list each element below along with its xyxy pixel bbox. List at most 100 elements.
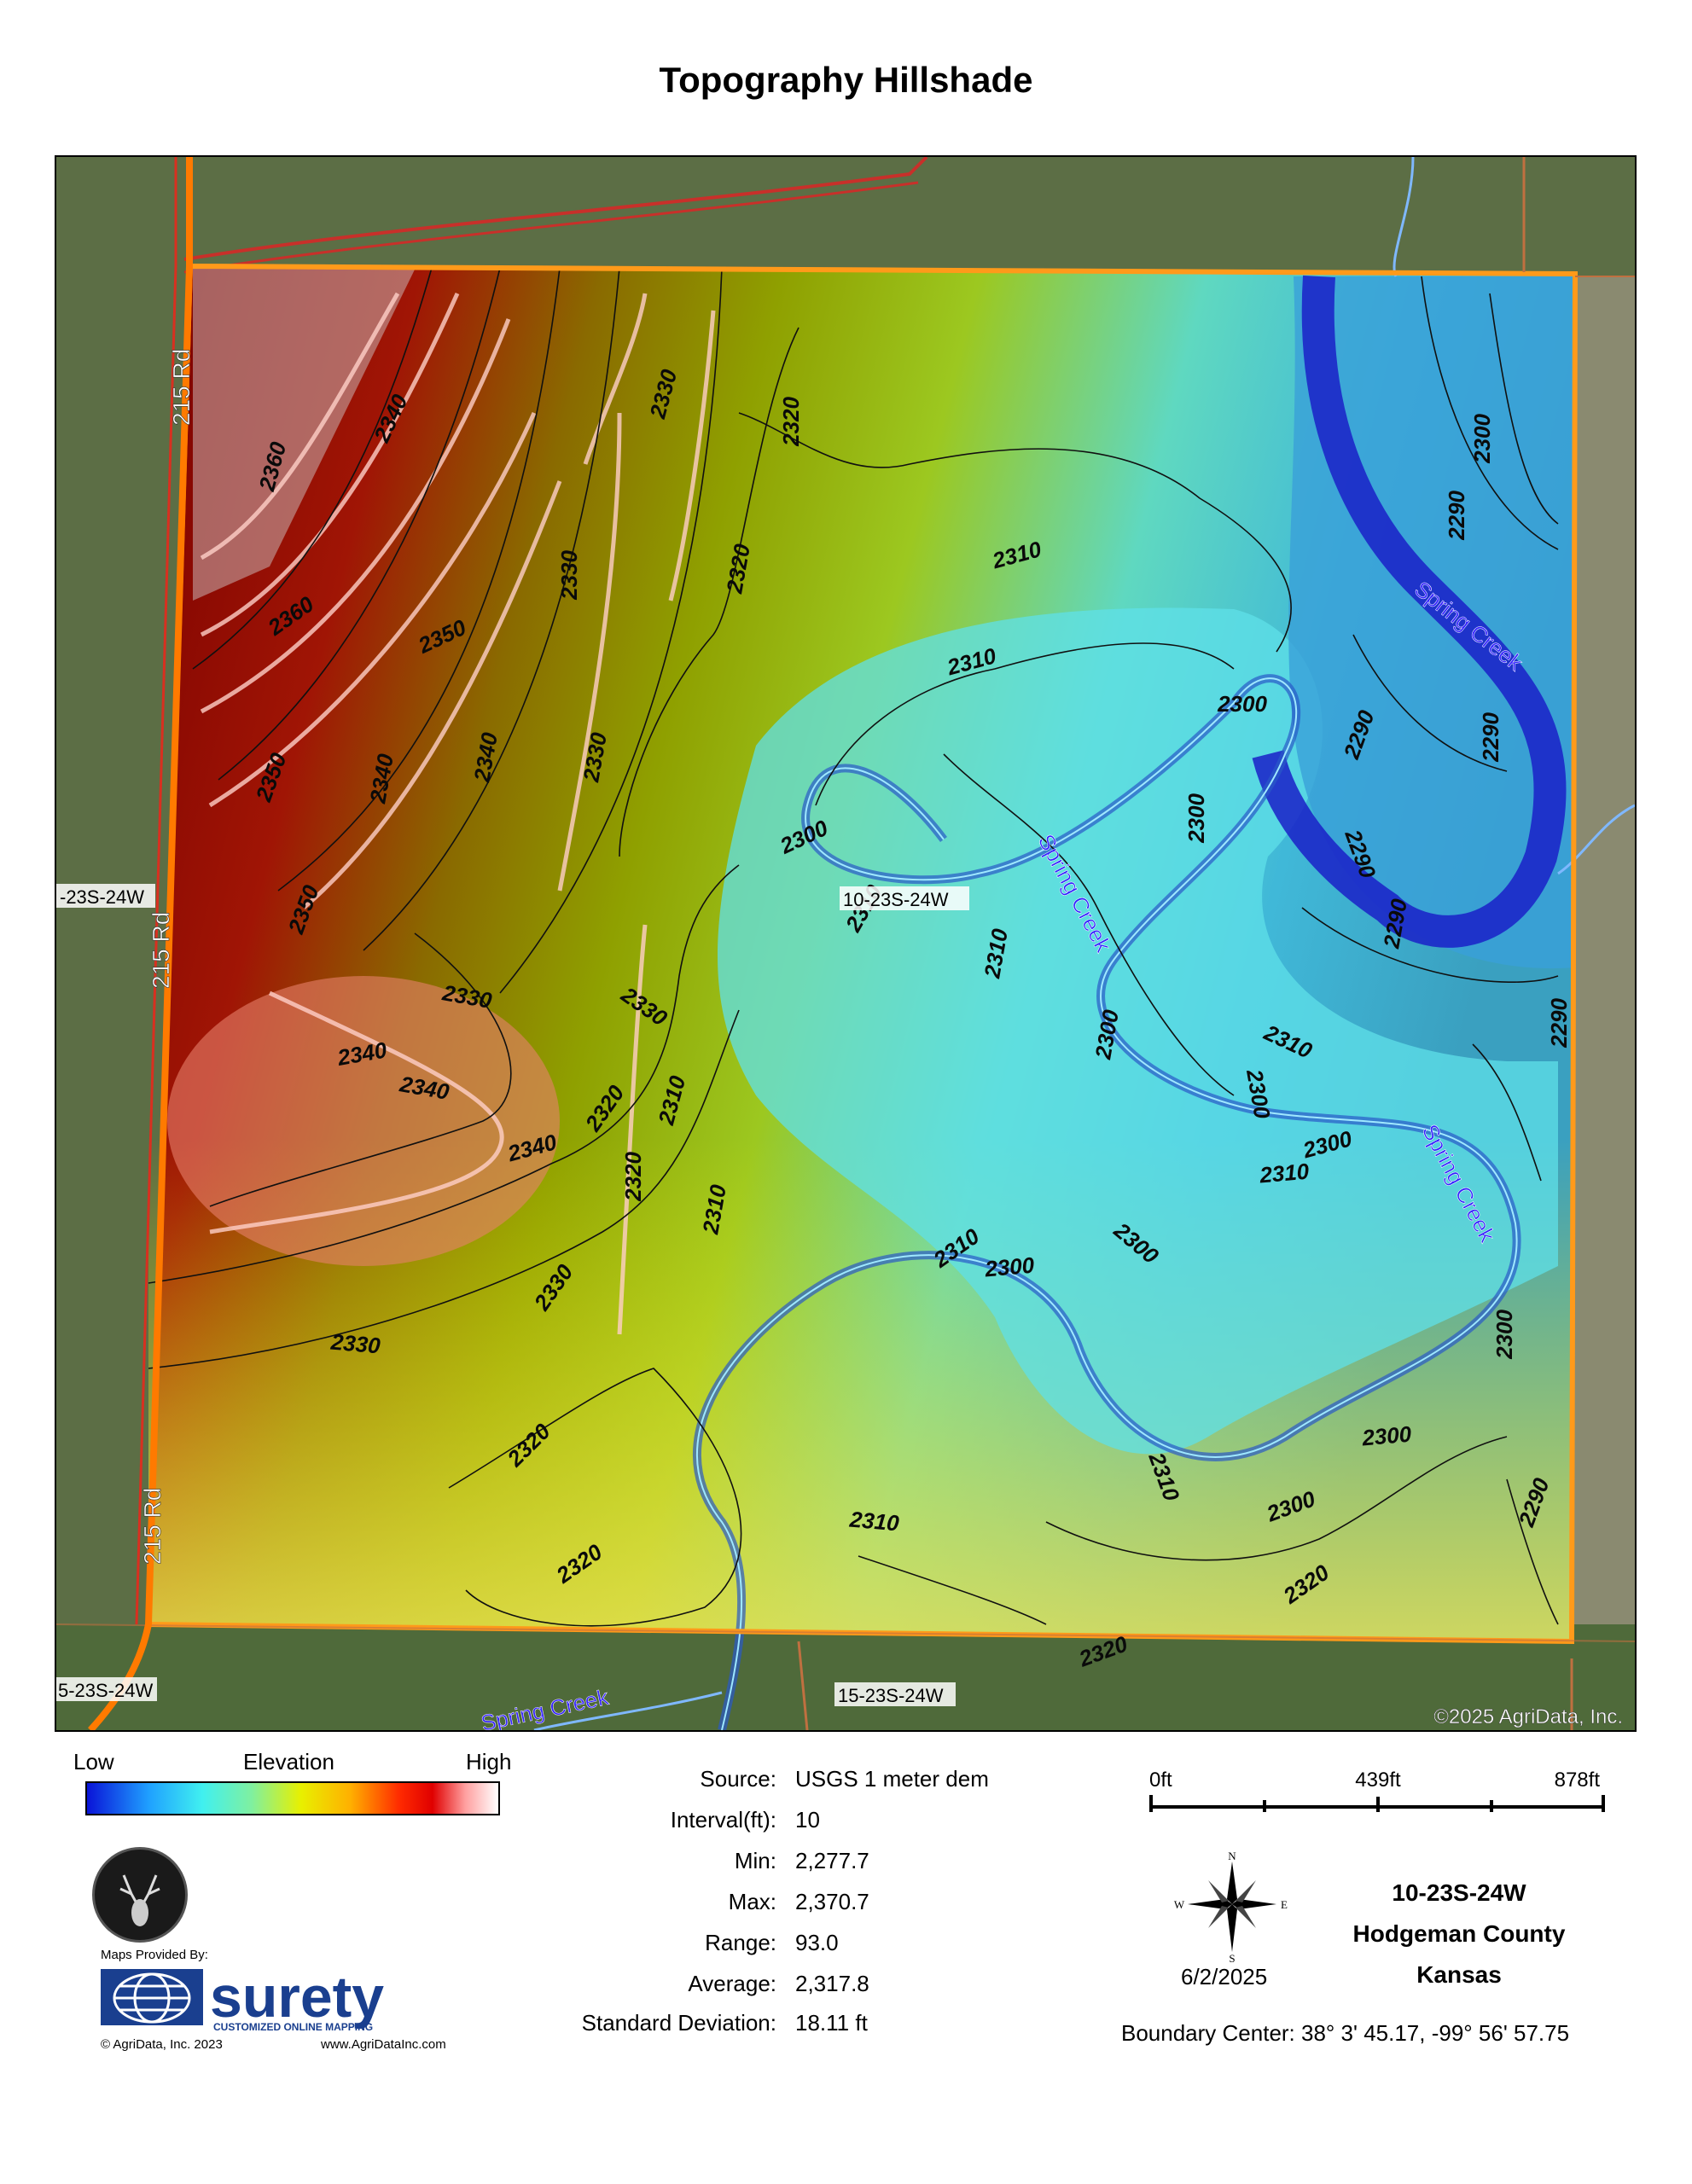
scale-label-0: 0ft (1149, 1769, 1172, 1792)
stat-row-source: Source: USGS 1 meter dem (700, 1766, 989, 1792)
surety-tagline: CUSTOMIZED ONLINE MAPPING (213, 2021, 373, 2032)
contour-label: 2300 (1241, 1066, 1276, 1121)
contour-label: 2320 (1278, 1559, 1334, 1609)
stat-row-range: Range: 93.0 (705, 1930, 839, 1955)
creek-label: Spring Creek (1410, 576, 1528, 677)
surety-wordmark: surety (210, 1965, 384, 2030)
contour-label: 2320 (502, 1418, 555, 1472)
contour-label: 2300 (776, 815, 832, 859)
stat-row-interval: Interval(ft): 10 (670, 1807, 820, 1833)
tract-state: Kansas (1416, 1961, 1502, 1988)
map-labels: 2360236023502350235023402340 234023402340… (56, 348, 1623, 1730)
scale-bar: 0ft 439ft 878ft (1148, 1766, 1608, 1826)
contour-label: 2290 (1513, 1474, 1554, 1531)
stat-row-max: Max: 2,370.7 (728, 1889, 869, 1914)
creek-label: Spring Creek (1033, 830, 1117, 957)
contour-label: 2310 (653, 1072, 690, 1128)
agridata-copyright: © AgriData, Inc. 2023 (101, 2037, 223, 2052)
compass-w: W (1174, 1898, 1185, 1911)
agridata-url[interactable]: www.AgriDataInc.com (321, 2037, 446, 2052)
maps-provided-by: Maps Provided By: (101, 1948, 208, 1962)
creek-label: Spring Creek (479, 1684, 612, 1730)
contour-label: 2330 (578, 730, 612, 785)
contour-label: 2360 (253, 439, 291, 494)
section-label-west: -23S-24W (60, 886, 144, 908)
contour-label: 2290 (1338, 706, 1379, 763)
contour-label: 2310 (989, 536, 1044, 573)
tract-county: Hodgeman County (1352, 1920, 1566, 1947)
contour-label: 2330 (528, 1259, 579, 1316)
contour-label: 2330 (329, 1328, 382, 1358)
contour-label: 2310 (848, 1506, 901, 1536)
contour-label: 2300 (983, 1252, 1036, 1282)
section-label-southwest: 5-23S-24W (58, 1680, 154, 1701)
section-label-south: 15-23S-24W (838, 1685, 944, 1706)
contour-label: 2300 (1183, 793, 1209, 844)
contour-label: 2340 (364, 752, 398, 806)
road-label: 215 Rd (148, 912, 174, 989)
contour-label: 2330 (439, 979, 494, 1014)
contour-label: 2340 (397, 1071, 451, 1105)
contour-label: 2310 (979, 926, 1013, 981)
surety-logo: surety CUSTOMIZED ONLINE MAPPING (101, 1964, 468, 2033)
compass-rose-icon: N S W E (1172, 1850, 1292, 1965)
map-copyright: ©2025 AgriData, Inc. (1433, 1705, 1623, 1728)
contour-label: 2300 (1360, 1421, 1413, 1451)
section-label-center: 10-23S-24W (843, 889, 949, 910)
contour-label: 2340 (369, 390, 413, 446)
contour-label: 2350 (282, 881, 323, 938)
creek-label: Spring Creek (1417, 1120, 1501, 1247)
contour-label: 2330 (644, 366, 682, 421)
contour-label: 2310 (1259, 1019, 1316, 1064)
contour-label: 2300 (1090, 1008, 1124, 1062)
topography-map[interactable]: 2360 2360 2350 2350 2350 2340 2340 2340 2340 2340… (55, 155, 1637, 1732)
contour-label: 2320 (1075, 1630, 1131, 1671)
stat-row-std-dev: Standard Deviation: 18.11 ft (581, 2010, 868, 2036)
contour-label: 2300 (1491, 1310, 1517, 1360)
contour-label: 2310 (1143, 1449, 1184, 1505)
contour-label: 2320 (721, 542, 755, 596)
scale-label-mid: 439ft (1355, 1769, 1401, 1792)
contour-label: 2300 (1469, 414, 1495, 464)
contour-label: 2300 (1108, 1217, 1164, 1269)
contour-label: 2290 (1478, 712, 1503, 763)
contour-labels: 2360236023502350235023402340 234023402340… (250, 366, 1572, 1672)
contour-label: 2350 (414, 614, 470, 659)
contour-label: 2340 (504, 1129, 560, 1166)
page-title: Topography Hillshade (659, 60, 1033, 100)
contour-label: 2300 (1263, 1485, 1319, 1526)
map-date: 6/2/2025 (1181, 1964, 1268, 1989)
contour-label: 2290 (1378, 897, 1412, 951)
contour-label: 2310 (1258, 1159, 1311, 1188)
contour-label: 2320 (620, 1152, 646, 1202)
compass-n: N (1228, 1851, 1236, 1862)
contour-label: 2320 (579, 1080, 630, 1136)
contour-label: 2290 (1546, 998, 1572, 1048)
contour-label: 2330 (616, 981, 672, 1031)
stat-row-average: Average: 2,317.8 (688, 1971, 869, 1996)
contour-label: 2340 (334, 1037, 389, 1071)
contour-label: 2310 (944, 642, 999, 680)
tract-section: 10-23S-24W (1392, 1879, 1526, 1906)
contour-label: 2340 (468, 730, 503, 785)
road-label: 215 Rd (139, 1488, 166, 1565)
scale-label-end: 878ft (1555, 1769, 1601, 1792)
legend-high-label: High (466, 1749, 512, 1774)
compass-s: S (1229, 1952, 1235, 1962)
deer-logo-icon (92, 1847, 188, 1943)
tract-info: 10-23S-24W Hodgeman County Kansas (1331, 1873, 1587, 1995)
legend-low-label: Low (73, 1749, 114, 1774)
contour-label: 2300 (1217, 691, 1267, 717)
contour-label: 2310 (697, 1182, 731, 1237)
legend-elevation-label: Elevation (243, 1749, 334, 1774)
contour-label: 2300 (1300, 1125, 1355, 1163)
contour-label: 2350 (250, 749, 291, 805)
stat-row-min: Min: 2,277.7 (734, 1848, 869, 1873)
compass-e: E (1281, 1898, 1288, 1911)
contour-label: 2290 (1444, 491, 1469, 541)
contour-label: 2290 (1340, 826, 1381, 882)
contour-label: 2320 (778, 397, 804, 447)
contour-label: 2310 (928, 1223, 985, 1273)
contour-label: 2330 (556, 550, 582, 601)
road-label: 215 Rd (168, 349, 195, 426)
